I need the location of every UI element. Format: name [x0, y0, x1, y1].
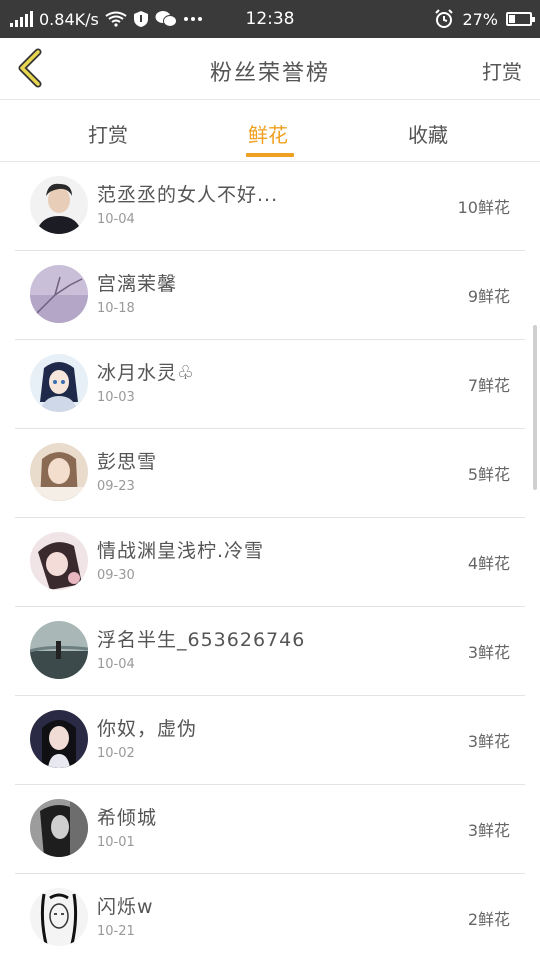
avatar [30, 443, 88, 501]
flower-count: 3鲜花 [467, 821, 510, 840]
avatar [30, 532, 88, 590]
user-name: 情战渊皇浅柠.冷雪 [97, 540, 265, 562]
list-item[interactable]: 你奴，虚伪 10-02 3鲜花 [15, 696, 525, 785]
flower-count: 5鲜花 [467, 465, 510, 484]
status-bar: 0.84K/s 12:38 27% [0, 0, 540, 38]
avatar [30, 888, 88, 946]
gift-date: 10-18 [97, 301, 135, 316]
flower-count: 10鲜花 [457, 198, 510, 217]
tab-favorites[interactable]: 收藏 [408, 119, 448, 148]
user-name: 彭思雪 [97, 451, 158, 473]
nav-bar: 粉丝荣誉榜 打赏 [0, 38, 540, 100]
list-item[interactable]: 范丞丞的女人不好... 10-04 10鲜花 [15, 162, 525, 251]
gift-date: 09-23 [97, 479, 135, 494]
avatar [30, 799, 88, 857]
list-item[interactable]: 宫漓茉馨 10-18 9鲜花 [15, 251, 525, 340]
gift-date: 10-04 [97, 657, 135, 672]
user-name: 希倾城 [97, 807, 158, 829]
gift-date: 10-03 [97, 390, 135, 405]
flower-count: 3鲜花 [467, 732, 510, 751]
flower-count: 3鲜花 [467, 643, 510, 662]
user-name: 闪烁w [97, 896, 154, 918]
list-item[interactable]: 彭思雪 09-23 5鲜花 [15, 429, 525, 518]
fan-ranking-list: 范丞丞的女人不好... 10-04 10鲜花 宫漓茉馨 10-18 9鲜花 冰月… [15, 162, 525, 960]
gift-date: 10-02 [97, 746, 135, 761]
flower-count: 7鲜花 [467, 376, 510, 395]
reward-button[interactable]: 打赏 [482, 56, 522, 85]
avatar [30, 265, 88, 323]
tab-flowers[interactable]: 鲜花 [248, 119, 288, 148]
list-item[interactable]: 闪烁w 10-21 2鲜花 [15, 874, 525, 960]
gift-date: 10-21 [97, 924, 135, 939]
avatar [30, 354, 88, 412]
avatar [30, 621, 88, 679]
list-item[interactable]: 情战渊皇浅柠.冷雪 09-30 4鲜花 [15, 518, 525, 607]
page-title: 粉丝荣誉榜 [209, 61, 330, 86]
flower-count: 2鲜花 [467, 910, 510, 929]
gift-date: 09-30 [97, 568, 135, 583]
avatar [30, 176, 88, 234]
flower-count: 9鲜花 [467, 287, 510, 306]
user-name: 宫漓茉馨 [97, 273, 178, 295]
user-name: 范丞丞的女人不好... [97, 184, 279, 206]
gift-date: 10-04 [97, 212, 135, 227]
alarm-icon [434, 9, 454, 29]
flower-count: 4鲜花 [467, 554, 510, 573]
gift-date: 10-01 [97, 835, 135, 850]
list-item[interactable]: 希倾城 10-01 3鲜花 [15, 785, 525, 874]
user-name: 你奴，虚伪 [97, 718, 198, 740]
list-item[interactable]: 冰月水灵♧ 10-03 7鲜花 [15, 340, 525, 429]
list-item[interactable]: 浮名半生_653626746 10-04 3鲜花 [15, 607, 525, 696]
user-name: 冰月水灵♧ [97, 362, 196, 384]
scrollbar[interactable] [533, 325, 537, 490]
battery-icon [506, 12, 535, 26]
tab-indicator [246, 153, 294, 157]
user-name: 浮名半生_653626746 [97, 629, 306, 651]
tab-reward[interactable]: 打赏 [88, 119, 128, 148]
avatar [30, 710, 88, 768]
battery-percent: 27% [462, 9, 498, 29]
